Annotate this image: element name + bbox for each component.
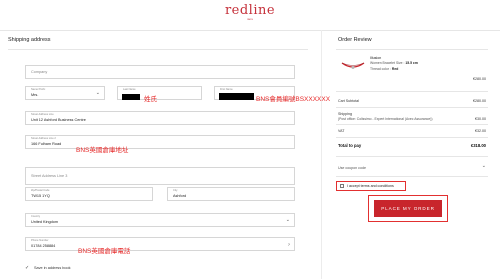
zip-code-field[interactable]: Zip/Postal Code TW15 1YQ [25, 187, 153, 201]
annotation-last-name: 姓氏 [144, 96, 157, 103]
annotation-first-name: BNS會員編號BSXXXXXX [256, 96, 331, 103]
street-line-1-field[interactable]: Street Address Line Unit 12 Ashford Busi… [25, 111, 295, 125]
total-value: €318.00 [470, 143, 486, 148]
company-placeholder: Company [31, 70, 48, 74]
chevron-down-icon: ⌄ [481, 163, 486, 169]
order-review-title: Order Review [338, 37, 372, 43]
brand-logo[interactable]: redline [0, 3, 500, 18]
coupon-divider [336, 176, 488, 177]
subtotal-divider [336, 107, 488, 108]
country-select[interactable]: Country United Kingdom ⌄ [25, 213, 295, 227]
chevron-down-icon: ⌄ [95, 90, 100, 96]
zip-code-value: TW15 1YQ [31, 194, 50, 198]
name-prefix-label: Name Prefix [31, 88, 46, 91]
shipping-value: €30.00 [475, 117, 486, 121]
product-color-label: Thread color : [370, 67, 391, 71]
product-size-line: Women Bracelet Size : 15.5 cm [370, 61, 418, 65]
review-divider [336, 49, 488, 50]
total-label: Total to pay [338, 143, 362, 148]
phone-label: Phone Number [31, 239, 49, 242]
phone-field[interactable]: Phone Number 01784 258884 ? [25, 237, 295, 251]
column-divider [321, 30, 322, 279]
product-size-value: 15.5 cm [405, 61, 418, 65]
product-price: €280.00 [473, 77, 486, 81]
last-name-label: Last Name [123, 88, 136, 91]
street-line-1-label: Street Address Line [31, 113, 54, 116]
cart-subtotal-value: €280.00 [473, 99, 486, 103]
total-divider [336, 156, 488, 157]
first-name-label: First Name [220, 88, 233, 91]
vat-label: VAT [338, 129, 345, 133]
street-line-3-field[interactable]: Street Address Line 3 [25, 167, 295, 185]
vat-divider [336, 137, 488, 138]
city-label: City [173, 189, 178, 192]
checkbox-icon [340, 184, 344, 188]
shipping-divider-line [336, 124, 488, 125]
phone-value: 01784 258884 [31, 244, 56, 248]
shipping-title: Shipping address [8, 37, 51, 43]
vat-value: €32.00 [475, 129, 486, 133]
place-order-button[interactable]: PLACE MY ORDER [374, 200, 442, 217]
street-line-2-field[interactable]: Street Address Line 2 166 Fulham Road [25, 135, 295, 149]
save-address-label: Save in address book [34, 266, 71, 270]
help-icon[interactable]: ? [288, 242, 290, 247]
country-label: Country [31, 215, 41, 218]
name-prefix-select[interactable]: Name Prefix Mrs. ⌄ [25, 86, 105, 100]
product-divider [336, 91, 488, 92]
terms-checkbox[interactable]: I accept terms and conditions [336, 181, 406, 191]
chevron-down-icon: ⌄ [285, 217, 290, 223]
shipping-divider [8, 49, 308, 50]
name-prefix-value: Mrs. [31, 93, 39, 97]
product-color-line: Thread color : Red [370, 67, 398, 71]
zip-code-label: Zip/Postal Code [31, 189, 50, 192]
product-color-value: Red [391, 67, 399, 71]
terms-label: I accept terms and conditions [347, 184, 394, 188]
annotation-street-line-2: BNS英國倉庫地址 [76, 147, 129, 154]
redaction-last-name [122, 94, 140, 100]
street-line-3-placeholder: Street Address Line 3 [31, 174, 68, 178]
product-name: Illusion [370, 56, 382, 60]
street-line-1-value: Unit 12 Ashford Business Centre [31, 118, 86, 122]
redaction-first-name [219, 93, 254, 100]
company-field[interactable]: Company [25, 65, 295, 79]
street-line-2-label: Street Address Line 2 [31, 137, 56, 140]
city-field[interactable]: City Ashford [167, 187, 295, 201]
header-divider [0, 30, 500, 31]
annotation-phone: BNS英國倉庫電話 [78, 248, 131, 255]
city-value: Ashford [173, 194, 187, 198]
coupon-toggle[interactable]: Use coupon code ⌄ [338, 163, 486, 173]
shipping-label: Shipping [338, 112, 352, 116]
cart-subtotal-label: Cart Subtotal [338, 99, 359, 103]
street-line-2-value: 166 Fulham Road [31, 142, 62, 146]
coupon-label: Use coupon code [338, 166, 366, 170]
product-size-label: Women Bracelet Size : [370, 61, 405, 65]
brand-tagline: PARIS [247, 19, 253, 21]
country-value: United Kingdom [31, 220, 59, 224]
bracelet-image [341, 62, 365, 69]
checkmark-icon: ✓ [25, 265, 30, 271]
shipping-detail: (Post office: Colissimo - Expert Interna… [338, 117, 433, 121]
